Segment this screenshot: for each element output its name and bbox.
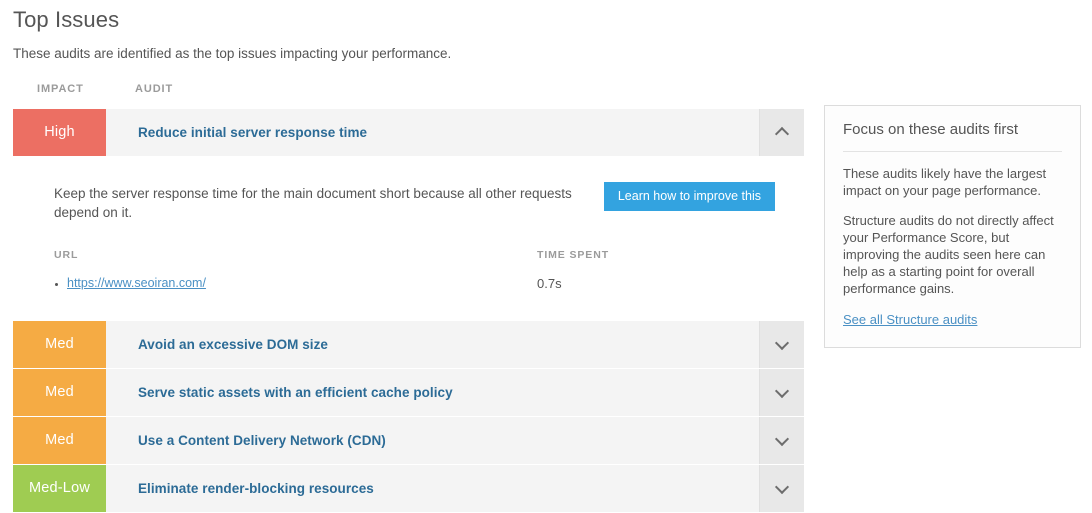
table-column-headers: IMPACT AUDIT — [13, 83, 804, 109]
chevron-down-icon — [777, 387, 788, 398]
chevron-up-icon — [777, 127, 788, 138]
detail-time-spent-value: 0.7s — [537, 276, 562, 291]
main-column: Top Issues These audits are identified a… — [13, 0, 804, 513]
impact-badge-label: Med-Low — [28, 480, 91, 497]
impact-badge: Med — [13, 321, 106, 368]
audit-title-link[interactable]: Eliminate render-blocking resources — [138, 481, 374, 496]
page-title: Top Issues — [13, 7, 120, 32]
see-all-structure-audits-link[interactable]: See all Structure audits — [843, 312, 977, 327]
impact-badge-label: Med — [45, 384, 74, 401]
audit-title-cell: Reduce initial server response time — [106, 109, 759, 156]
impact-badge-label: Med — [45, 432, 74, 449]
audit-title-cell: Avoid an excessive DOM size — [106, 321, 759, 368]
row-toggle-button[interactable] — [759, 369, 804, 416]
chevron-down-icon — [777, 483, 788, 494]
column-header-impact: IMPACT — [37, 83, 84, 95]
focus-card-title: Focus on these audits first — [843, 120, 1062, 152]
chevron-down-icon — [777, 435, 788, 446]
audit-title-cell: Serve static assets with an efficient ca… — [106, 369, 759, 416]
table-row[interactable]: Med Avoid an excessive DOM size — [13, 321, 804, 368]
impact-badge: High — [13, 109, 106, 156]
audit-detail-panel: Keep the server response time for the ma… — [13, 157, 804, 320]
focus-card-paragraph-1: These audits likely have the largest imp… — [843, 166, 1047, 198]
audit-group: High Reduce initial server response time… — [13, 109, 804, 320]
page-subtitle: These audits are identified as the top i… — [13, 46, 452, 61]
audit-detail-top: Keep the server response time for the ma… — [54, 177, 784, 222]
row-toggle-button[interactable] — [759, 417, 804, 464]
focus-info-card: Focus on these audits first These audits… — [824, 105, 1081, 348]
table-row[interactable]: Med Serve static assets with an efficien… — [13, 369, 804, 416]
audit-detail-headers: URL TIME SPENT — [54, 249, 784, 267]
detail-column-header-time-spent: TIME SPENT — [537, 249, 610, 261]
column-header-audit: AUDIT — [135, 83, 174, 95]
detail-url-list-item: https://www.seoiran.com/ — [54, 276, 206, 290]
focus-card-paragraph-2: Structure audits do not directly affect … — [843, 213, 1054, 296]
impact-badge-label: High — [44, 124, 75, 141]
audit-title-link[interactable]: Serve static assets with an efficient ca… — [138, 385, 453, 400]
detail-column-header-url: URL — [54, 249, 79, 261]
impact-badge: Med — [13, 369, 106, 416]
audit-description: Keep the server response time for the ma… — [54, 186, 572, 220]
audit-title-link[interactable]: Use a Content Delivery Network (CDN) — [138, 433, 386, 448]
table-row[interactable]: High Reduce initial server response time — [13, 109, 804, 156]
row-toggle-button[interactable] — [759, 321, 804, 368]
chevron-down-icon — [777, 339, 788, 350]
impact-badge-label: Med — [45, 336, 74, 353]
top-issues-page: Top Issues These audits are identified a… — [0, 0, 1092, 512]
row-toggle-button[interactable] — [759, 109, 804, 156]
audit-table: High Reduce initial server response time… — [13, 109, 804, 512]
detail-url-link[interactable]: https://www.seoiran.com/ — [67, 276, 206, 290]
impact-badge: Med — [13, 417, 106, 464]
audit-title-cell: Use a Content Delivery Network (CDN) — [106, 417, 759, 464]
audit-title-link[interactable]: Avoid an excessive DOM size — [138, 337, 328, 352]
audit-detail-table: URL TIME SPENT https://www.seoiran.com/ … — [54, 249, 784, 300]
audit-detail-row: https://www.seoiran.com/ 0.7s — [54, 276, 784, 300]
learn-how-to-improve-button[interactable]: Learn how to improve this — [603, 182, 775, 211]
audit-title-link[interactable]: Reduce initial server response time — [138, 125, 367, 140]
table-row[interactable]: Med Use a Content Delivery Network (CDN) — [13, 417, 804, 464]
